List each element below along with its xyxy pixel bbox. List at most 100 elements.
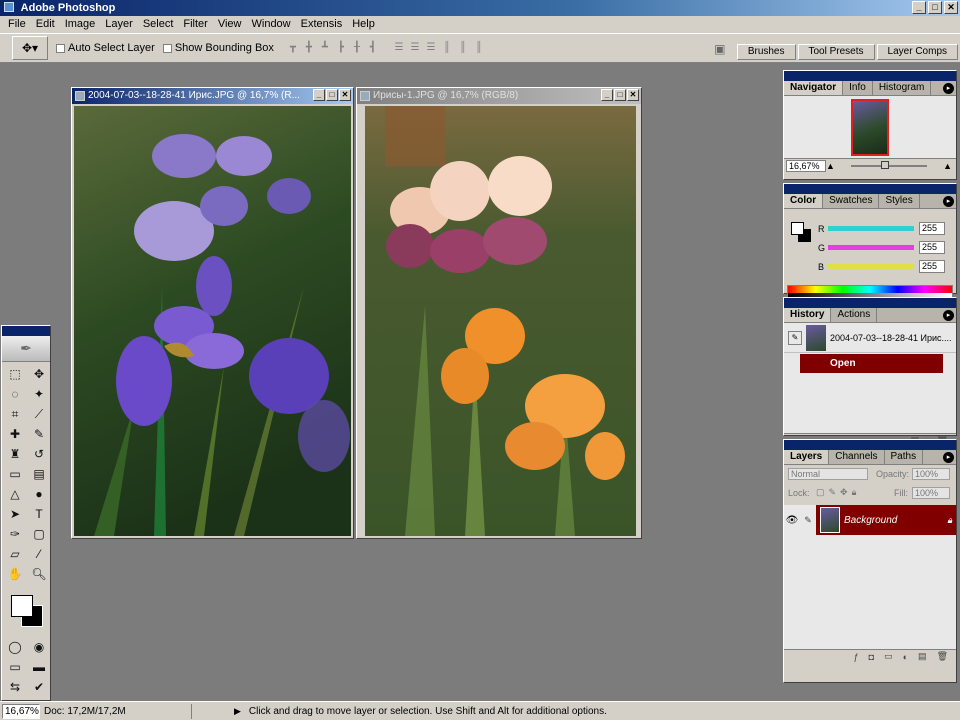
adjustment-layer-icon[interactable]: ◐ <box>903 652 908 662</box>
distribute-bottom-icon[interactable]: ☰ <box>424 41 438 55</box>
align-top-icon[interactable]: ┳ <box>286 41 300 55</box>
align-vcenter-icon[interactable]: ╋ <box>302 41 316 55</box>
history-snapshot[interactable]: ✎ 2004-07-03--18-28-41 Ирис.... <box>784 323 956 353</box>
well-tab-brushes[interactable]: Brushes <box>736 44 796 60</box>
brush-tool-icon[interactable]: ✎ <box>28 425 50 444</box>
foreground-color[interactable] <box>11 595 33 617</box>
menu-image[interactable]: Image <box>60 16 101 33</box>
tool-preset-picker[interactable]: ✥▾ <box>12 36 48 60</box>
green-value[interactable]: 255 <box>919 241 945 254</box>
imageready-icon[interactable]: ⇆ <box>4 678 26 697</box>
type-tool-icon[interactable]: T <box>28 505 50 524</box>
pen-tool-icon[interactable]: ✑ <box>4 525 26 544</box>
palette-header[interactable] <box>784 184 956 194</box>
blend-mode-select[interactable]: Normal <box>788 468 868 480</box>
gradient-tool-icon[interactable]: ▤ <box>28 465 50 484</box>
layer-row-background[interactable]: 👁︎ ✎ Background 🔒︎ <box>784 505 956 535</box>
lasso-tool-icon[interactable]: ◌ <box>4 385 26 404</box>
align-left-icon[interactable]: ┣ <box>334 41 348 55</box>
well-tab-tool-presets[interactable]: Tool Presets <box>797 44 875 60</box>
document-window-2[interactable]: Ирисы-1.JPG @ 16,7% (RGB/8) _ □ ✕ <box>356 87 642 539</box>
tab-styles[interactable]: Styles <box>879 194 920 208</box>
menu-help[interactable]: Help <box>347 16 380 33</box>
checkmark-icon[interactable]: ✔ <box>28 678 50 697</box>
red-slider[interactable] <box>828 226 914 231</box>
red-value[interactable]: 255 <box>919 222 945 235</box>
document-title-bar[interactable]: 2004-07-03--18-28-41 Ирис.JPG @ 16,7% (R… <box>72 88 353 104</box>
navigator-zoom-field[interactable]: 16,67% <box>786 159 826 172</box>
green-slider[interactable] <box>828 245 914 250</box>
feather-logo-icon[interactable]: ✒ <box>2 336 50 362</box>
navigator-thumbnail[interactable] <box>851 98 889 156</box>
layer-set-icon[interactable]: ▭ <box>884 651 893 662</box>
zoom-out-icon[interactable]: ▲ <box>826 161 835 171</box>
document-canvas[interactable] <box>74 106 351 536</box>
file-browser-icon[interactable]: ▣ <box>711 42 729 60</box>
status-doc-info[interactable]: Doc: 17,2M/17,2M <box>40 703 192 719</box>
document-canvas[interactable] <box>365 106 636 536</box>
close-button[interactable]: ✕ <box>944 1 958 14</box>
fullscreen-mode-icon[interactable]: ▬ <box>28 658 50 677</box>
history-step-open[interactable]: Open <box>800 354 943 373</box>
layer-mask-icon[interactable]: ◘ <box>869 652 874 662</box>
distribute-vcenter-icon[interactable]: ☰ <box>408 41 422 55</box>
shape-tool-icon[interactable]: ▢ <box>28 525 50 544</box>
layer-style-icon[interactable]: ƒ <box>854 652 859 662</box>
tab-paths[interactable]: Paths <box>885 450 924 464</box>
toolbox-header[interactable] <box>2 326 50 336</box>
doc-maximize-button[interactable]: □ <box>326 89 338 101</box>
path-select-icon[interactable]: ➤ <box>4 505 26 524</box>
distribute-hcenter-icon[interactable]: ║ <box>456 41 470 55</box>
blue-value[interactable]: 255 <box>919 260 945 273</box>
palette-header[interactable] <box>784 71 956 81</box>
blur-tool-icon[interactable]: △ <box>4 485 26 504</box>
magic-wand-icon[interactable]: ✦ <box>28 385 50 404</box>
blue-slider[interactable] <box>828 264 914 269</box>
doc-minimize-button[interactable]: _ <box>313 89 325 101</box>
well-tab-layer-comps[interactable]: Layer Comps <box>876 44 958 60</box>
move-tool-icon[interactable]: ✥ <box>28 365 50 384</box>
tab-info[interactable]: Info <box>843 81 873 95</box>
palette-menu-icon[interactable]: ▸ <box>943 83 954 94</box>
new-layer-icon[interactable]: ▤ <box>918 651 927 662</box>
minimize-button[interactable]: _ <box>912 1 926 14</box>
palette-menu-icon[interactable]: ▸ <box>943 196 954 207</box>
doc-close-button[interactable]: ✕ <box>339 89 351 101</box>
opacity-field[interactable]: 100% <box>912 468 950 480</box>
doc-minimize-button[interactable]: _ <box>601 89 613 101</box>
palette-header[interactable] <box>784 298 956 308</box>
menu-window[interactable]: Window <box>247 16 296 33</box>
palette-foreground-swatch[interactable] <box>791 222 804 235</box>
clone-stamp-icon[interactable]: ♜ <box>4 445 26 464</box>
history-brush-source-icon[interactable]: ✎ <box>788 330 802 345</box>
menu-layer[interactable]: Layer <box>100 16 138 33</box>
lock-icons[interactable]: ▢✎✥🔒︎ <box>816 487 860 498</box>
distribute-right-icon[interactable]: ║ <box>472 41 486 55</box>
fill-field[interactable]: 100% <box>912 487 950 499</box>
eraser-tool-icon[interactable]: ▭ <box>4 465 26 484</box>
align-bottom-icon[interactable]: ┻ <box>318 41 332 55</box>
status-zoom-field[interactable]: 16,67% <box>2 703 40 719</box>
tab-channels[interactable]: Channels <box>829 450 885 464</box>
slider-knob[interactable] <box>881 160 890 169</box>
zoom-in-icon[interactable]: ▲ <box>943 161 952 171</box>
menu-select[interactable]: Select <box>138 16 179 33</box>
tab-navigator[interactable]: Navigator <box>784 81 844 95</box>
notes-tool-icon[interactable]: ▱ <box>4 545 26 564</box>
tab-layers[interactable]: Layers <box>784 450 830 464</box>
eyedropper-icon[interactable]: ⁄ <box>28 545 50 564</box>
palette-header[interactable] <box>784 440 956 450</box>
standard-mode-icon[interactable]: ◯ <box>4 638 26 657</box>
navigator-preview[interactable] <box>784 96 956 158</box>
tab-actions[interactable]: Actions <box>831 308 878 322</box>
doc-maximize-button[interactable]: □ <box>614 89 626 101</box>
history-brush-icon[interactable]: ↺ <box>28 445 50 464</box>
palette-menu-icon[interactable]: ▸ <box>943 310 954 321</box>
distribute-top-icon[interactable]: ☰ <box>392 41 406 55</box>
marquee-tool-icon[interactable]: ⬚ <box>4 365 26 384</box>
doc-close-button[interactable]: ✕ <box>627 89 639 101</box>
palette-menu-icon[interactable]: ▸ <box>943 452 954 463</box>
hand-tool-icon[interactable]: ✋ <box>4 565 26 584</box>
menu-filter[interactable]: Filter <box>178 16 212 33</box>
menu-file[interactable]: File <box>3 16 31 33</box>
